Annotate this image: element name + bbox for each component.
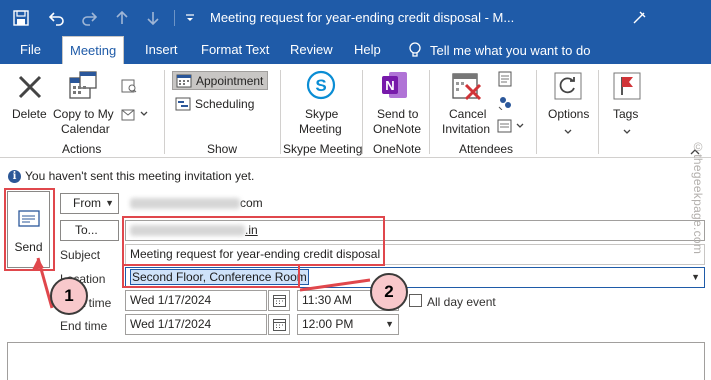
watermark: ©thegeekpage.com (691, 140, 705, 255)
callout-1: 1 (50, 277, 88, 315)
callout-arrows (32, 257, 371, 309)
callout-2: 2 (370, 273, 408, 311)
